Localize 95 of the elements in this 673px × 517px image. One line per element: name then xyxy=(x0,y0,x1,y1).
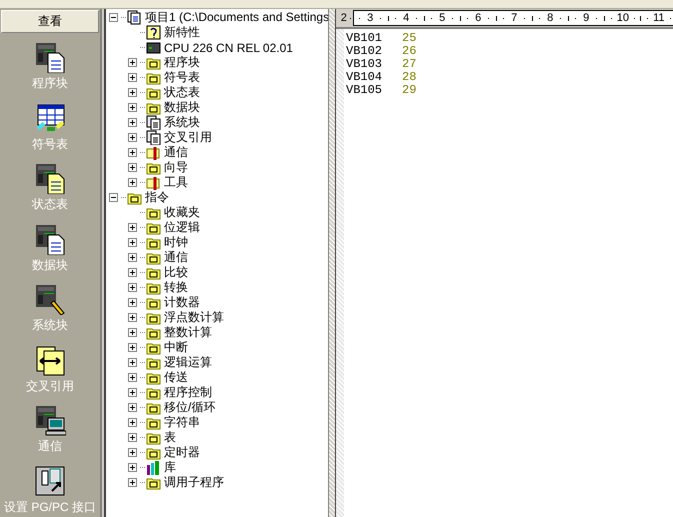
tree-item[interactable]: 通信 xyxy=(164,144,188,161)
tree-item[interactable]: 程序控制 xyxy=(164,384,212,401)
expand-toggle[interactable] xyxy=(128,403,137,412)
address-text: VB101 xyxy=(346,32,382,45)
tree-item[interactable]: 移位/循环 xyxy=(164,399,216,416)
tree-item[interactable]: 交叉引用 xyxy=(164,129,212,146)
system-icon xyxy=(34,283,66,315)
tree-item[interactable]: 中断 xyxy=(164,339,188,356)
tree-item[interactable]: 指令 xyxy=(145,189,169,206)
tree-item[interactable]: 比较 xyxy=(164,264,188,281)
expand-toggle[interactable] xyxy=(128,238,137,247)
tree-item[interactable]: CPU 226 CN REL 02.01 xyxy=(164,40,293,54)
expand-toggle[interactable] xyxy=(128,283,137,292)
expand-toggle[interactable] xyxy=(128,433,137,442)
expand-toggle[interactable] xyxy=(128,73,137,82)
expand-toggle[interactable] xyxy=(128,343,137,352)
tree-item[interactable]: 新特性 xyxy=(164,24,200,41)
tree-item[interactable]: 通信 xyxy=(164,249,188,266)
expand-toggle[interactable] xyxy=(128,148,137,157)
expand-toggle[interactable] xyxy=(128,448,137,457)
data-icon xyxy=(34,222,66,254)
tree-item[interactable]: 库 xyxy=(164,459,176,476)
tree-item[interactable]: 定时器 xyxy=(164,444,200,461)
program-icon xyxy=(34,41,66,73)
ruler-number: 2 xyxy=(340,12,347,24)
address-text: VB105 xyxy=(346,84,382,97)
expand-toggle[interactable] xyxy=(128,478,137,487)
crossref-icon xyxy=(34,344,66,376)
value-text: 28 xyxy=(402,71,416,84)
ruler-number: 11 xyxy=(653,12,664,24)
expand-toggle[interactable] xyxy=(128,223,137,232)
ruler-number: 9 xyxy=(583,12,590,24)
tree-item[interactable]: 整数计算 xyxy=(164,324,212,341)
ruler-number: 7 xyxy=(511,12,518,24)
tree-item[interactable]: 状态表 xyxy=(164,84,200,101)
tree-item[interactable]: 向导 xyxy=(164,159,188,176)
expand-toggle[interactable] xyxy=(128,328,137,337)
tree-item[interactable]: 程序块 xyxy=(164,54,200,71)
expand-toggle[interactable] xyxy=(128,373,137,382)
address-text: VB102 xyxy=(346,45,382,58)
address-text: VB103 xyxy=(346,58,382,71)
books-icon xyxy=(146,460,161,475)
comm-icon xyxy=(34,404,66,436)
expand-toggle[interactable] xyxy=(128,103,137,112)
view-header[interactable]: 查看 xyxy=(1,10,99,33)
cpu-icon xyxy=(146,40,161,55)
symbols-icon xyxy=(34,102,66,134)
tree-item[interactable]: 表 xyxy=(164,429,176,446)
help-icon xyxy=(146,25,161,40)
address-text: VB104 xyxy=(346,71,382,84)
ruler-number: 6 xyxy=(475,12,482,24)
ruler-number: 5 xyxy=(439,12,446,24)
expand-toggle[interactable] xyxy=(128,88,137,97)
value-text: 26 xyxy=(402,45,416,58)
tree-item[interactable]: 字符串 xyxy=(164,414,200,431)
tree-item[interactable]: 转换 xyxy=(164,279,188,296)
ruler-number: 8 xyxy=(547,12,554,24)
tree-item[interactable]: 系统块 xyxy=(164,114,200,131)
pages-icon xyxy=(146,130,161,145)
value-text: 29 xyxy=(402,84,416,97)
expand-toggle[interactable] xyxy=(128,313,137,322)
tree-item[interactable]: 浮点数计算 xyxy=(164,309,224,326)
splitter[interactable] xyxy=(328,9,336,517)
ruler-number: 4 xyxy=(403,12,410,24)
tree-item[interactable]: 符号表 xyxy=(164,69,200,86)
expand-toggle[interactable] xyxy=(128,358,137,367)
expand-toggle[interactable] xyxy=(128,268,137,277)
tree-item[interactable]: 逻辑运算 xyxy=(164,354,212,371)
expand-toggle[interactable] xyxy=(128,298,137,307)
tree-item[interactable]: 数据块 xyxy=(164,99,200,116)
tree-item[interactable]: 时钟 xyxy=(164,234,188,251)
value-text: 25 xyxy=(402,32,416,45)
tree-item[interactable]: 收藏夹 xyxy=(164,204,200,221)
expand-toggle[interactable] xyxy=(128,463,137,472)
ruler-number: 3 xyxy=(367,12,374,24)
expand-toggle[interactable] xyxy=(128,388,137,397)
collapse-toggle[interactable] xyxy=(109,193,118,202)
value-text: 27 xyxy=(402,58,416,71)
tree-item[interactable]: 调用子程序 xyxy=(164,474,224,491)
setup-icon xyxy=(34,464,66,496)
expand-toggle[interactable] xyxy=(128,118,137,127)
expand-toggle[interactable] xyxy=(128,253,137,262)
expand-toggle[interactable] xyxy=(128,58,137,67)
status-icon xyxy=(34,162,66,194)
pages-icon xyxy=(146,115,161,130)
tree-item[interactable]: 计数器 xyxy=(164,294,200,311)
expand-toggle[interactable] xyxy=(128,418,137,427)
ruler-number: 10 xyxy=(616,12,630,24)
expand-toggle[interactable] xyxy=(128,133,137,142)
collapse-toggle[interactable] xyxy=(109,13,118,22)
expand-toggle[interactable] xyxy=(128,163,137,172)
tree-item[interactable]: 位逻辑 xyxy=(164,219,200,236)
expand-toggle[interactable] xyxy=(128,178,137,187)
tree-item[interactable]: 传送 xyxy=(164,369,188,386)
tree-item[interactable]: 工具 xyxy=(164,174,188,191)
